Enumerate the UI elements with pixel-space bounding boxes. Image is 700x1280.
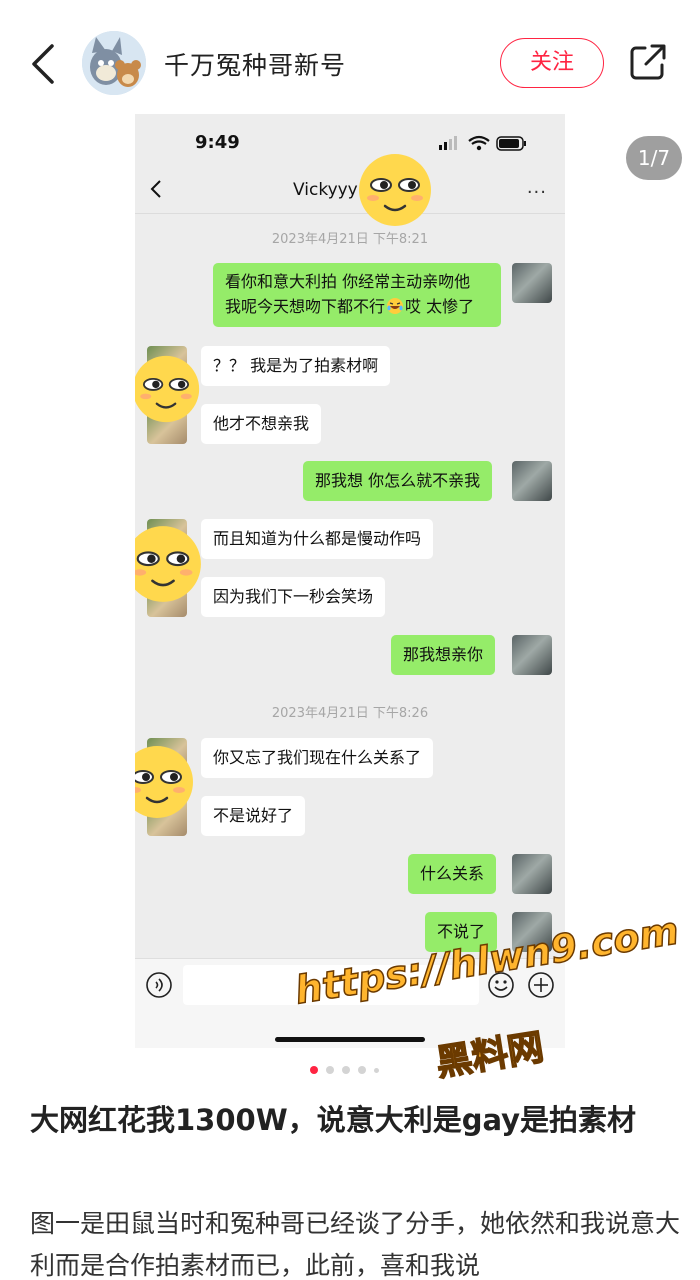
back-arrow-icon[interactable] (28, 42, 60, 86)
image-gallery[interactable]: 9:49 Vickyyy ··· 2023年4月21日 下午8:21 看你和意大… (0, 114, 700, 1085)
divider (135, 213, 565, 214)
author-name[interactable]: 千万冤种哥新号 (164, 46, 346, 82)
chat-contact-name: Vickyyy (293, 180, 358, 200)
message-bubble-in: 而且知道为什么都是慢动作吗 (201, 519, 434, 559)
smug-emoji-icon (135, 746, 193, 818)
image-counter: 1/7 (626, 136, 682, 180)
message-text: 我呢今天想吻下都不行哎 太惨了 (225, 297, 475, 316)
status-time: 9:49 (195, 132, 240, 153)
message-bubble-out: 那我想亲你 (391, 635, 496, 675)
message-bubble-in: ？？ 我是为了拍素材啊 (201, 346, 391, 386)
my-avatar (512, 263, 552, 303)
chat-back-icon (150, 180, 161, 198)
chat-timestamp: 2023年4月21日 下午8:21 (271, 232, 429, 247)
post-title: 大网红花我1300W，说意大利是gay是拍素材 (30, 1103, 637, 1137)
message-bubble-in: 因为我们下一秒会笑场 (201, 577, 386, 617)
message-bubble-out: 那我想 你怎么就不亲我 (303, 461, 493, 501)
share-icon[interactable] (628, 42, 668, 82)
author-avatar[interactable] (82, 31, 146, 95)
chat-timestamp: 2023年4月21日 下午8:26 (271, 706, 429, 721)
smug-emoji-icon (359, 154, 431, 226)
watermark-name: 黑料网 (433, 1026, 548, 1085)
my-avatar (512, 635, 552, 675)
laugh-cry-emoji-icon (387, 298, 404, 314)
chat-screenshot: 9:49 Vickyyy ··· 2023年4月21日 下午8:21 看你和意大… (135, 114, 565, 1048)
message-bubble-in: 他才不想亲我 (201, 404, 322, 444)
message-text: 看你和意大利拍 你经常主动亲吻他 (225, 272, 471, 291)
follow-button[interactable]: 关注 (500, 38, 604, 88)
chat-more-icon: ··· (526, 182, 547, 203)
watermark: https://hlwn9.com 黑料网 (291, 908, 692, 1089)
cartoon-cat-icon (82, 31, 146, 95)
message-bubble-in: 不是说好了 (201, 796, 306, 836)
smug-emoji-icon (135, 355, 200, 423)
message-bubble-out: 什么关系 (408, 854, 497, 894)
message-bubble-in: 你又忘了我们现在什么关系了 (201, 738, 434, 778)
post-header: 千万冤种哥新号 关注 (0, 0, 700, 120)
message-bubble-out: 看你和意大利拍 你经常主动亲吻他 我呢今天想吻下都不行哎 太惨了 (213, 263, 501, 327)
my-avatar (512, 461, 552, 501)
post-body: 图一是田鼠当时和冤种哥已经谈了分手，她依然和我说意大利而是合作拍素材而已，此前，… (30, 1209, 681, 1280)
status-icons (439, 135, 526, 151)
voice-icon (146, 972, 172, 998)
my-avatar (512, 854, 552, 894)
smug-emoji-icon (135, 526, 201, 602)
